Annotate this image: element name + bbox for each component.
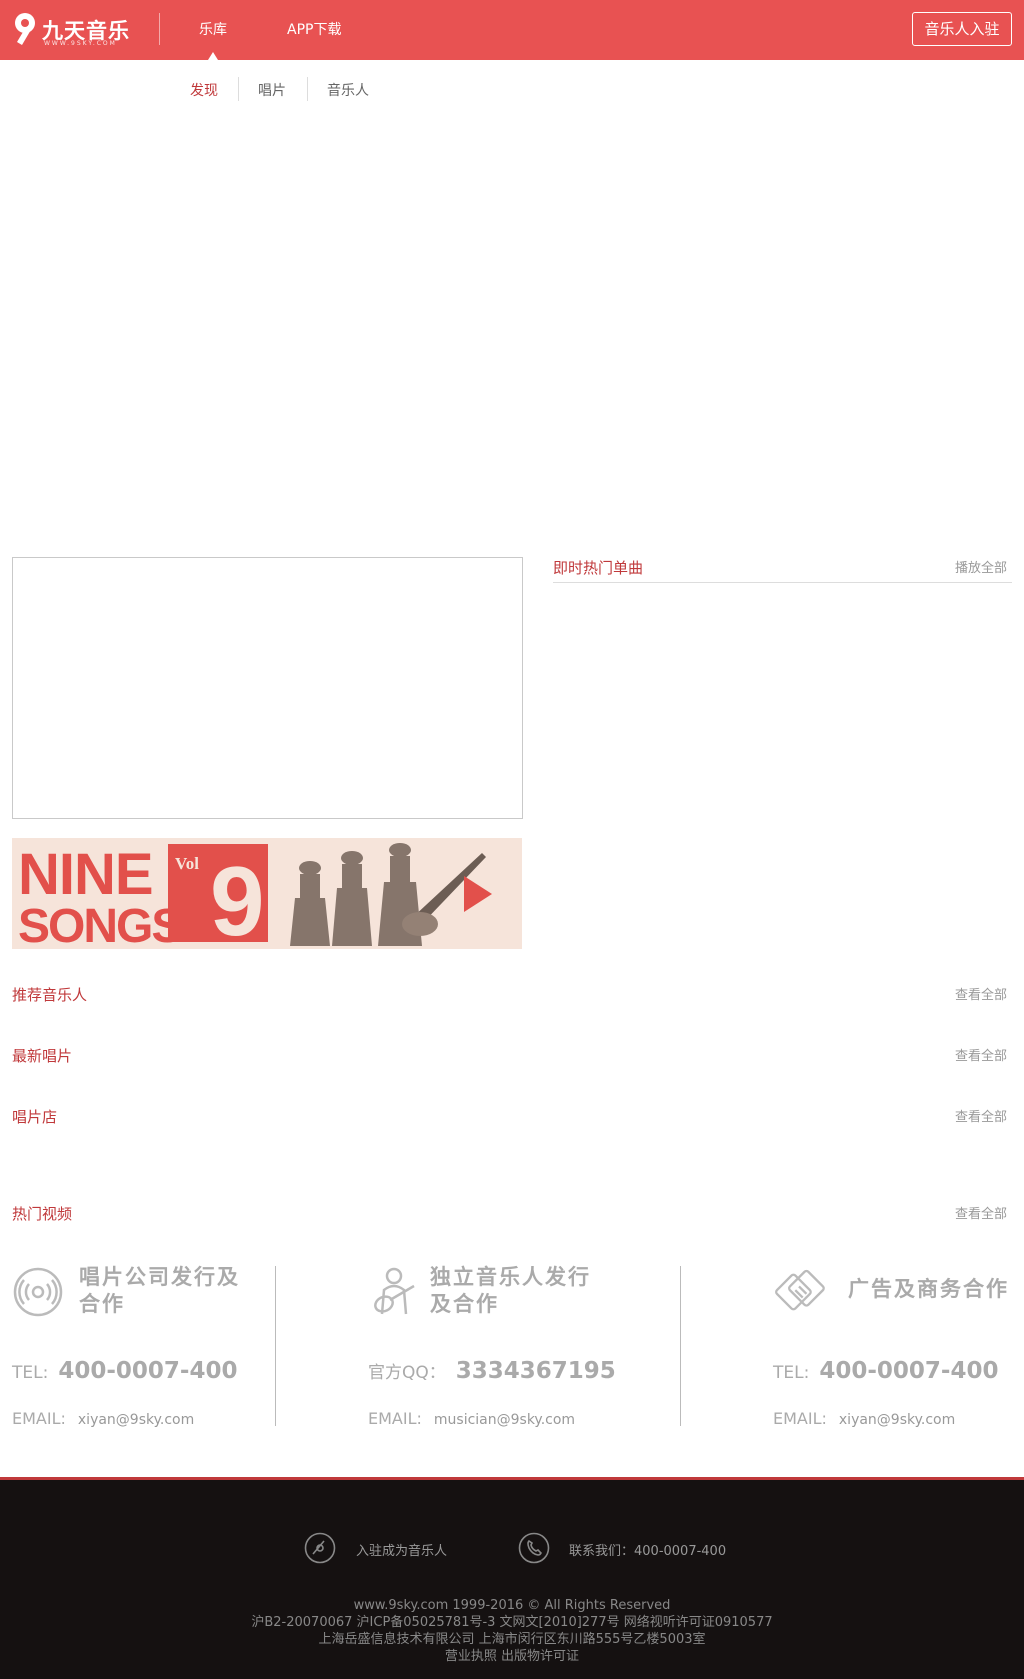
footer-business-license-links[interactable]: 营业执照 出版物许可证 [0, 1648, 1024, 1665]
contact-advertising: 广告及商务合作 TEL: 400-0007-400 EMAIL: xiyan@9sk… [773, 1262, 1013, 1432]
banner-line2: SONGS [18, 900, 182, 949]
footer-copyright: www.9sky.com 1999-2016 © All Rights Rese… [353, 1598, 671, 1613]
contact-divider [275, 1266, 276, 1426]
section-title-latest-albums: 最新唱片 [12, 1047, 73, 1065]
view-all-videos-link[interactable]: 查看全部 [955, 1203, 1007, 1222]
footer-company-address: 上海岳盛信息技术有限公司 上海市闵行区东川路555号乙楼5003室 [318, 1632, 706, 1647]
contact-label-partnership: 唱片公司发行及合作 TEL: 400-0007-400 EMAIL: xiyan@9… [12, 1262, 274, 1432]
banner-number: 9 [210, 846, 265, 949]
contact-title: 独立音乐人发行及合作 [430, 1265, 591, 1316]
section-title-recommended-musicians: 推荐音乐人 [12, 986, 88, 1004]
subnav-musicians[interactable]: 音乐人 [327, 80, 369, 100]
email-link[interactable]: xiyan@9sky.com [78, 1412, 194, 1428]
header-divider [159, 13, 160, 45]
email-label: EMAIL: [368, 1409, 422, 1428]
phone-icon [518, 1532, 550, 1564]
phone-label: TEL: [773, 1363, 810, 1383]
contact-phone-row: TEL: 400-0007-400 [12, 1358, 237, 1384]
section-title-hot-videos: 热门视频 [12, 1205, 73, 1223]
guitarist-icon [374, 1267, 415, 1315]
subnav-separator [238, 77, 239, 101]
contact-independent-musician: 独立音乐人发行及合作 官方QQ： 3334367195 EMAIL: musicia… [368, 1262, 678, 1432]
contact-email-row: EMAIL: xiyan@9sky.com [773, 1409, 955, 1428]
email-link[interactable]: musician@9sky.com [434, 1412, 575, 1428]
phone-number: 400-0007-400 [819, 1358, 999, 1384]
section-title-record-store: 唱片店 [12, 1108, 58, 1126]
hot-singles-title: 即时热门单曲 [553, 559, 644, 577]
email-label: EMAIL: [12, 1409, 66, 1428]
logo-9-icon [15, 13, 35, 45]
footer-contact-link[interactable]: 联系我们：400-0007-400 [569, 1540, 726, 1559]
top-header: 九天音乐 WWW.9SKY.COM 乐库 APP下载 音乐人入驻 [0, 0, 1024, 60]
banner-artwork: NINE SONGS Vol 9 [12, 838, 522, 949]
contact-email-row: EMAIL: xiyan@9sky.com [12, 1409, 194, 1428]
contact-email-row: EMAIL: musician@9sky.com [368, 1409, 575, 1428]
view-all-albums-link[interactable]: 查看全部 [955, 1045, 1007, 1064]
vinyl-icon [13, 1267, 63, 1317]
play-all-link[interactable]: 播放全部 [955, 557, 1007, 576]
footer-licenses: 沪B2-20070067 沪ICP备05025781号-3 文网文[2010]2… [251, 1615, 773, 1630]
qq-label: 官方QQ： [368, 1363, 446, 1383]
nav-music-library[interactable]: 乐库 [199, 19, 227, 39]
active-nav-caret-icon [208, 52, 218, 60]
contact-qq-row: 官方QQ： 3334367195 [368, 1358, 616, 1384]
view-all-musicians-link[interactable]: 查看全部 [955, 984, 1007, 1003]
view-all-store-link[interactable]: 查看全部 [955, 1106, 1007, 1125]
site-logo[interactable]: 九天音乐 WWW.9SKY.COM [12, 12, 129, 48]
contact-phone-row: TEL: 400-0007-400 [773, 1358, 998, 1384]
banner-line1: NINE [18, 842, 153, 907]
nine-songs-banner[interactable]: NINE SONGS Vol 9 [12, 838, 522, 949]
email-link[interactable]: xiyan@9sky.com [839, 1412, 955, 1428]
logo-subtext: WWW.9SKY.COM [44, 40, 117, 47]
featured-player-box[interactable] [12, 557, 523, 819]
musician-disc-icon [304, 1532, 336, 1564]
banner-vol: Vol [175, 854, 199, 873]
footer-become-musician-link[interactable]: 入驻成为音乐人 [356, 1540, 447, 1559]
contact-title: 广告及商务合作 [848, 1277, 1009, 1301]
subnav-separator [307, 77, 308, 101]
site-footer: 入驻成为音乐人 联系我们：400-0007-400 www.9sky.com 1… [0, 1477, 1024, 1679]
email-label: EMAIL: [773, 1409, 827, 1428]
hot-singles-divider [553, 582, 1012, 583]
nav-app-download[interactable]: APP下载 [287, 19, 341, 39]
contact-title: 唱片公司发行及合作 [79, 1265, 240, 1316]
qq-number: 3334367195 [455, 1358, 616, 1384]
handshake-icon [775, 1269, 825, 1311]
contact-divider [680, 1266, 681, 1426]
phone-label: TEL: [12, 1363, 49, 1383]
phone-number: 400-0007-400 [58, 1358, 238, 1384]
musician-join-button[interactable]: 音乐人入驻 [912, 12, 1012, 46]
subnav-discover[interactable]: 发现 [190, 80, 218, 100]
subnav-albums[interactable]: 唱片 [258, 80, 286, 100]
footer-legal-text: www.9sky.com 1999-2016 © All Rights Rese… [0, 1597, 1024, 1665]
